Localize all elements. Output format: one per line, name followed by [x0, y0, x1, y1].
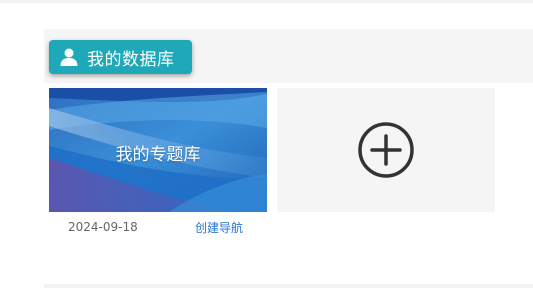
add-database-button[interactable] — [277, 88, 495, 212]
page-title: 我的数据库 — [87, 49, 175, 70]
user-icon — [59, 47, 79, 67]
card-title: 我的专题库 — [115, 145, 201, 165]
plus-circle-icon — [358, 122, 414, 178]
database-card[interactable]: 我的专题库 — [49, 88, 267, 212]
card-date: 2024-09-18 — [68, 220, 138, 234]
top-divider — [0, 0, 533, 3]
bottom-divider — [44, 284, 533, 288]
my-database-badge: 我的数据库 — [49, 40, 192, 74]
create-navigation-link[interactable]: 创建导航 — [195, 219, 243, 236]
